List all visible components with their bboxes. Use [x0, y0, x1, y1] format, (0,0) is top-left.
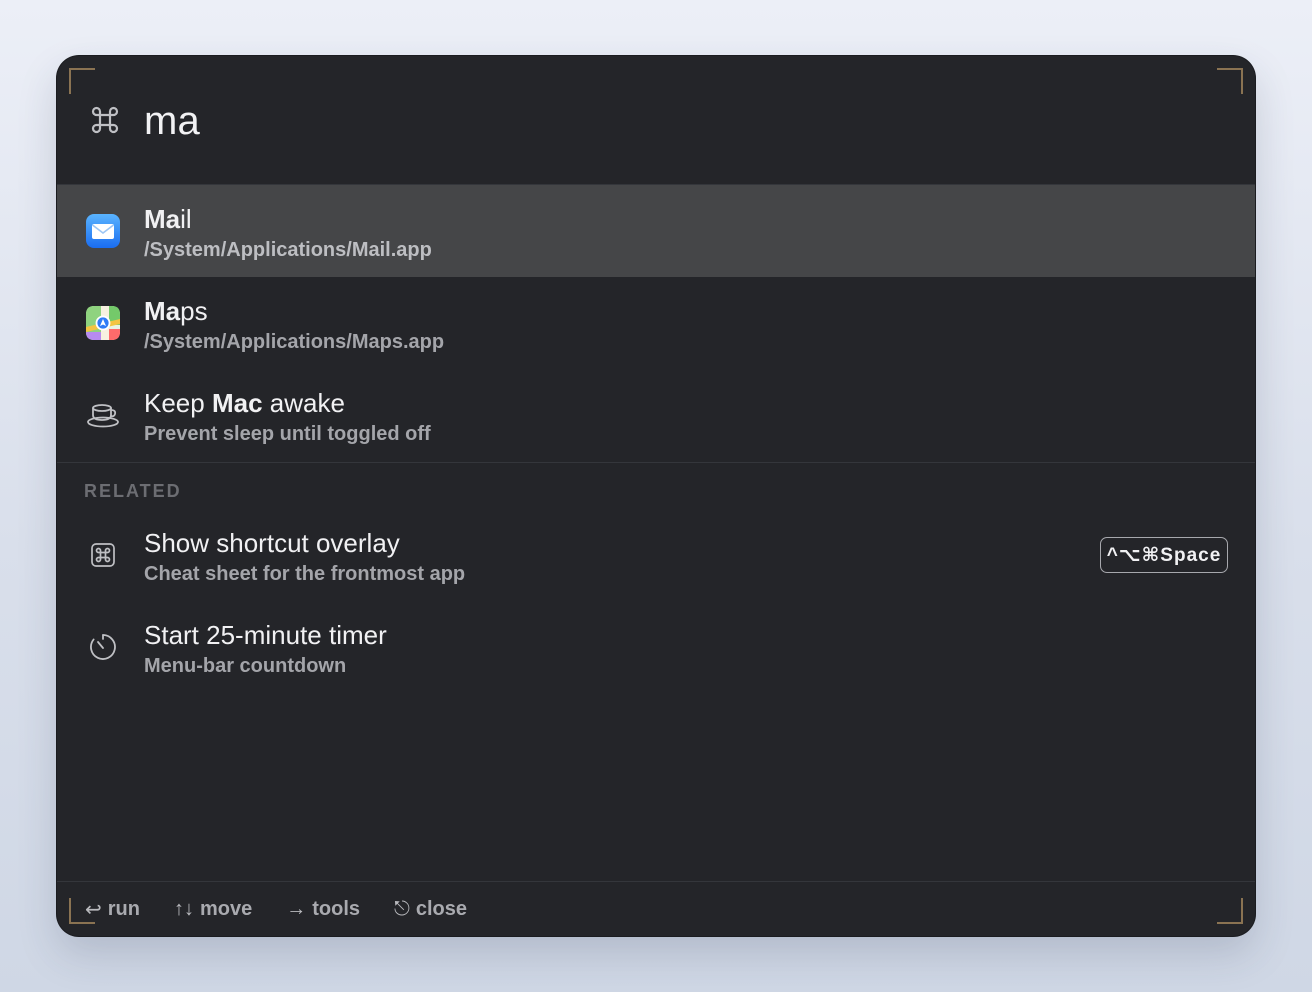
- mail-app-icon: [86, 214, 120, 248]
- up-down-arrows-icon: ↑↓: [173, 897, 194, 920]
- related-subtitle: Menu-bar countdown: [144, 655, 347, 677]
- hint-move: ↑↓ move: [174, 898, 252, 921]
- escape-icon: ⎋: [394, 897, 410, 920]
- section-label-related: RELATED: [84, 481, 182, 501]
- result-subtitle: /System/Applications/Mail.app: [144, 239, 432, 261]
- hint-label: close: [415, 897, 467, 920]
- launcher-panel: ma Mail /System/Applications/Mail.app Ma…: [57, 56, 1255, 936]
- command-key-icon: [91, 543, 115, 567]
- result-title: Mail: [144, 204, 192, 234]
- result-row-maps[interactable]: Maps /System/Applications/Maps.app: [57, 277, 1255, 369]
- related-row-shortcut-overlay[interactable]: Show shortcut overlay Cheat sheet for th…: [57, 509, 1255, 601]
- corner-marker-bottom-left: [69, 898, 95, 924]
- coffee-cup-icon: [87, 404, 119, 428]
- maps-app-icon: [86, 306, 120, 340]
- hint-label: run: [107, 897, 140, 920]
- search-bar[interactable]: ma: [57, 56, 1255, 184]
- corner-marker-bottom-right: [1217, 898, 1243, 924]
- right-arrow-icon: →: [286, 897, 307, 920]
- corner-marker-top-right: [1217, 68, 1243, 94]
- hint-close: ⎋ close: [394, 898, 467, 921]
- related-row-start-timer[interactable]: Start 25-minute timer Menu-bar countdown: [57, 601, 1255, 693]
- related-divider: [57, 462, 1255, 463]
- shortcut-badge: ^⌥⌘Space: [1100, 537, 1228, 573]
- result-subtitle: /System/Applications/Maps.app: [144, 331, 445, 353]
- footer-hints: ↩ run ↑↓ move → tools ⎋ close: [57, 882, 1255, 936]
- timer-icon: [90, 634, 116, 660]
- result-row-mail[interactable]: Mail /System/Applications/Mail.app: [57, 185, 1255, 277]
- result-title: Maps: [144, 296, 208, 326]
- hint-label: tools: [312, 897, 361, 920]
- result-subtitle: Prevent sleep until toggled off: [144, 423, 431, 445]
- related-subtitle: Cheat sheet for the frontmost app: [144, 563, 466, 585]
- related-title: Show shortcut overlay: [144, 528, 400, 558]
- result-title: Keep Mac awake: [144, 388, 345, 418]
- related-title: Start 25-minute timer: [144, 620, 387, 650]
- command-icon: [91, 106, 119, 134]
- search-input[interactable]: ma: [144, 98, 200, 144]
- hint-label: move: [199, 897, 253, 920]
- result-row-keep-mac-awake[interactable]: Keep Mac awake Prevent sleep until toggl…: [57, 369, 1255, 461]
- hint-tools: → tools: [286, 898, 360, 921]
- corner-marker-top-left: [69, 68, 95, 94]
